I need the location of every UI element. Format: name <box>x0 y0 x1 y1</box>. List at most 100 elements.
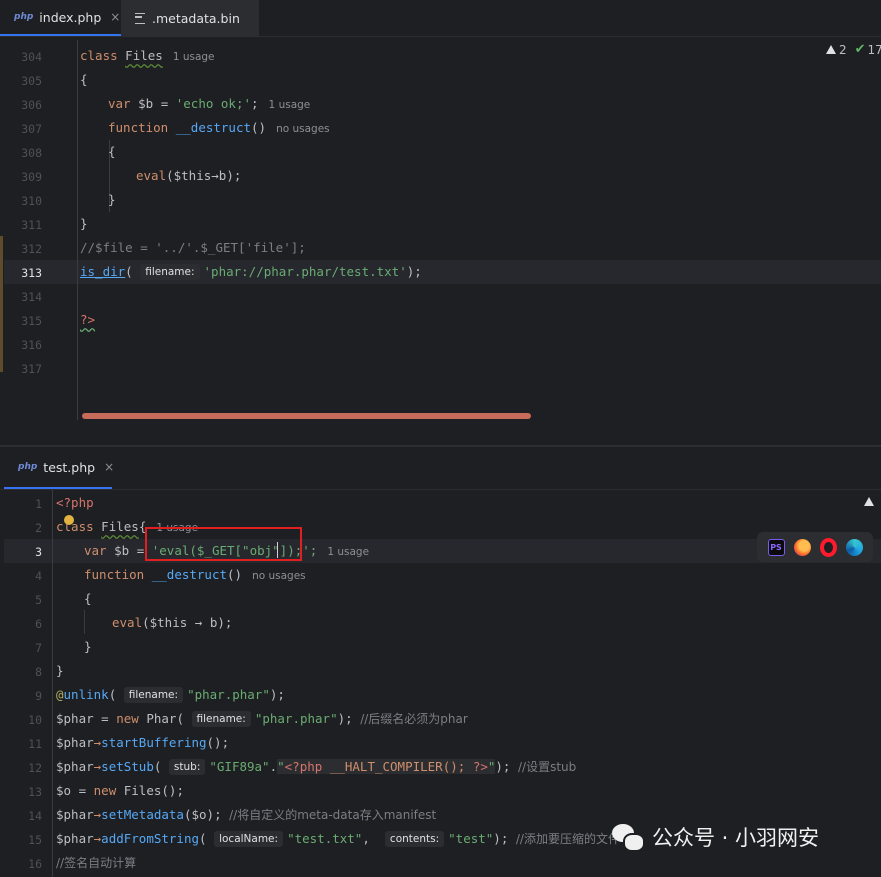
line-number: 9 <box>35 689 42 703</box>
edge-icon[interactable] <box>845 538 863 556</box>
punctuation: (); <box>206 735 230 750</box>
tab-test-php[interactable]: php test.php × <box>4 447 114 489</box>
punctuation: ); <box>337 711 361 726</box>
close-icon[interactable]: × <box>104 460 114 474</box>
code-line[interactable]: var $b = 'echo ok;'; 1 usage <box>108 92 310 116</box>
usage-hint[interactable]: 1 usage <box>327 546 369 558</box>
code-line[interactable]: class Files 1 usage <box>80 44 215 68</box>
close-icon[interactable]: × <box>110 10 120 24</box>
opera-icon[interactable] <box>819 537 837 557</box>
code-line[interactable]: } <box>80 212 88 236</box>
code-line[interactable]: { <box>108 140 116 164</box>
tab-index-php[interactable]: php index.php × <box>0 0 121 36</box>
php-close-tag[interactable]: ?> <box>80 308 95 332</box>
inspection-status[interactable] <box>864 497 877 506</box>
line-number: 16 <box>28 857 42 871</box>
code-line[interactable]: $phar→startBuffering(); <box>56 731 229 755</box>
line-number: 12 <box>28 761 42 775</box>
punctuation: ); <box>495 759 518 774</box>
code-line[interactable]: //签名自动计算 <box>56 851 136 875</box>
function-name: __destruct <box>175 120 252 135</box>
inspection-status[interactable]: 2 ✔ 17 <box>826 42 881 57</box>
punctuation: (); <box>161 783 184 798</box>
code-line[interactable]: { <box>80 68 88 92</box>
firefox-icon[interactable] <box>793 538 811 556</box>
code-line[interactable]: function __destruct() no usages <box>84 563 306 587</box>
punctuation: , <box>362 831 378 846</box>
string-literal: "GIF89a" <box>209 759 270 774</box>
comment: //添加要压缩的文件 <box>515 832 620 846</box>
php-open-tag[interactable]: <?php <box>56 491 94 515</box>
variable: $phar <box>56 807 94 822</box>
code-line[interactable]: $phar→addFromString( localName: "test.txt… <box>56 827 620 851</box>
phpstorm-icon[interactable]: PS <box>767 538 785 556</box>
code-line[interactable]: $phar→setStub( stub: "GIF89a"."<?php __HA… <box>56 755 576 779</box>
function-call: is_dir <box>80 264 126 279</box>
line-number: 315 <box>21 314 42 328</box>
parameter-hint: filename: <box>140 264 200 280</box>
code-line[interactable]: eval($this→b); <box>136 164 241 188</box>
code-line[interactable]: } <box>84 635 92 659</box>
horizontal-scrollbar[interactable] <box>82 413 531 419</box>
line-number: 8 <box>35 665 42 679</box>
method-call: setMetadata <box>101 807 184 822</box>
line-number: 13 <box>28 785 42 799</box>
keyword: var <box>108 96 131 111</box>
arguments: ($this→b); <box>166 168 242 183</box>
class-name: Files <box>101 519 139 534</box>
code-line[interactable]: } <box>56 659 64 683</box>
arguments: ($this → b); <box>142 615 233 630</box>
lightbulb-icon[interactable] <box>64 515 74 525</box>
code-line[interactable]: $phar = new Phar( filename: "phar.phar");… <box>56 707 468 731</box>
usage-hint[interactable]: no usages <box>252 570 306 582</box>
variable: $b <box>138 96 154 111</box>
code-line[interactable]: eval($this → b); <box>112 611 232 635</box>
punctuation: ( <box>125 264 133 279</box>
string-literal: 'phar://phar.phar/test.txt' <box>203 264 407 279</box>
code-line[interactable]: function __destruct() no usages <box>108 116 330 140</box>
code-line[interactable]: is_dir( filename:'phar://phar.phar/test.… <box>80 260 422 284</box>
indent-guide <box>84 610 85 634</box>
watermark: 公众号 · 小羽网安 <box>612 822 819 852</box>
line-number: 11 <box>28 737 42 751</box>
tab-label: .metadata.bin <box>152 10 240 26</box>
line-number: 6 <box>35 617 42 631</box>
keyword: __HALT_COMPILER(); <box>322 759 473 774</box>
comment-line[interactable]: //$file = '../'.$_GET['file']; <box>80 236 306 260</box>
code-line[interactable]: { <box>84 587 92 611</box>
variable: $phar <box>56 759 94 774</box>
watermark-text: 公众号 · 小羽网安 <box>652 826 820 850</box>
punctuation: ( <box>108 687 117 702</box>
parameter-hint: filename: <box>191 711 251 727</box>
ok-count: 17 <box>867 42 881 57</box>
code-line[interactable]: @unlink( filename: "phar.phar"); <box>56 683 285 707</box>
usage-hint[interactable]: no usages <box>276 123 330 135</box>
class-name: Phar <box>146 711 177 726</box>
string-literal: "test.txt" <box>287 831 363 846</box>
top-editor-pane: php index.php × .metadata.bin 2 ✔ 17 304… <box>0 0 881 445</box>
parameter-hint: filename: <box>123 687 184 703</box>
punctuation: ; <box>251 96 259 111</box>
arguments: ($o); <box>183 807 230 822</box>
punctuation: () <box>251 120 267 135</box>
variable: $o <box>56 783 72 798</box>
parameter-hint: stub: <box>168 759 206 775</box>
method-call: addFromString <box>101 831 200 846</box>
code-line[interactable]: } <box>108 188 116 212</box>
class-name: Files <box>123 783 162 798</box>
punctuation: ); <box>269 687 285 702</box>
punctuation: ); <box>406 264 422 279</box>
usage-hint[interactable]: 1 usage <box>173 51 215 63</box>
punctuation: ); <box>493 831 516 846</box>
code-line[interactable]: $o = new Files(); <box>56 779 184 803</box>
operator: = <box>71 783 94 798</box>
tab-metadata-bin[interactable]: .metadata.bin <box>121 0 259 36</box>
line-number: 4 <box>35 569 42 583</box>
keyword: function <box>84 567 145 582</box>
code-line[interactable]: $phar→setMetadata($o); //将自定义的meta-data存… <box>56 803 436 827</box>
punctuation: () <box>227 567 243 582</box>
function-name: __destruct <box>151 567 228 582</box>
keyword: new <box>93 783 117 798</box>
usage-hint[interactable]: 1 usage <box>269 99 311 111</box>
line-number: 306 <box>21 98 42 112</box>
